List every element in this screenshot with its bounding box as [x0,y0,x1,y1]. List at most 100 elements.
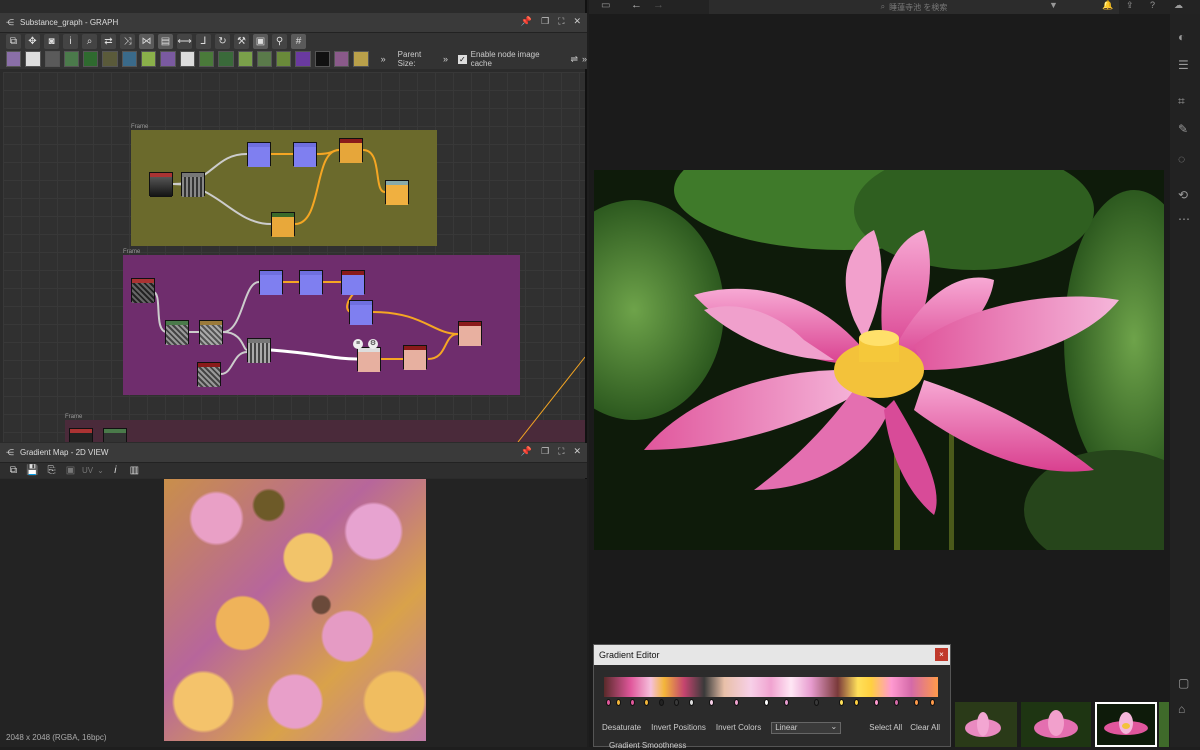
thumbnail[interactable] [1021,702,1091,747]
parent-size-label[interactable]: Parent Size: [398,50,439,68]
comment-icon[interactable]: ▤ [158,33,173,49]
svg-node-icon[interactable] [256,51,273,67]
invert-colors-button[interactable]: Invert Colors [716,723,761,734]
grid-icon[interactable]: # [291,33,306,49]
pin-icon[interactable]: 📌 [521,16,532,27]
comment-node-icon[interactable] [334,51,350,67]
blend-node[interactable] [349,300,373,325]
grunge-node[interactable] [199,320,223,345]
desaturate-button[interactable]: Desaturate [602,723,641,734]
snapshot-icon[interactable]: ▣ [253,33,268,49]
tools-icon[interactable]: ⚒ [234,33,249,49]
gradient-stop[interactable] [734,699,739,706]
bitmap-node[interactable] [69,428,93,442]
gradient-stop[interactable] [874,699,879,706]
thumbnail-selected[interactable] [1095,702,1157,747]
uv-dropdown[interactable]: UV [82,466,93,475]
restore-icon[interactable]: ❐ [541,16,549,27]
invert-positions-button[interactable]: Invert Positions [651,723,706,734]
levels-node-icon[interactable] [63,51,80,67]
thumbnail[interactable] [955,702,1017,747]
help-icon[interactable]: ? [1150,0,1155,10]
blend-node[interactable] [259,270,283,295]
frame-icon[interactable]: ⧉ [6,33,21,49]
parent-size-more[interactable]: » [443,54,448,64]
link-icon[interactable]: ⇄ [101,33,116,49]
gradient-stop[interactable] [630,699,635,706]
bitmap-node[interactable] [131,278,155,303]
toolbar-more[interactable]: » [582,54,587,64]
close-button[interactable]: × [935,648,948,661]
blend-node[interactable] [299,270,323,295]
restore-icon[interactable]: ❐ [541,446,549,457]
mask-icon[interactable]: ◌ [1178,152,1185,166]
close-icon[interactable]: ✕ [573,446,581,457]
histogram-icon[interactable]: ▥ [127,463,142,478]
gradient-stop[interactable] [689,699,694,706]
blend-node[interactable] [293,142,317,167]
hsl-node-icon[interactable] [102,51,118,67]
filter-icon[interactable]: ▼ [1049,0,1058,10]
copy-icon[interactable]: ⎘ [44,463,59,478]
node-edit-icon[interactable]: ≡ [353,339,363,349]
gradient-node-icon[interactable] [141,51,157,67]
curve-node-icon[interactable] [83,51,99,67]
pin-icon[interactable]: 📌 [521,446,532,457]
blend-node[interactable] [247,142,271,167]
color-node-icon[interactable] [295,51,311,67]
blend-node[interactable] [341,270,365,295]
gradient-stops[interactable] [604,699,938,707]
info-icon[interactable]: i [108,463,123,478]
gradient-map-node[interactable] [339,138,363,163]
gradient-stop[interactable] [674,699,679,706]
connect-icon[interactable]: ⟷ [177,33,192,49]
pixel-node-icon[interactable] [237,51,253,67]
share-icon[interactable]: ⇪ [1126,0,1134,11]
noise-node[interactable] [247,338,271,363]
history-icon[interactable]: ⟲ [1178,188,1188,202]
shuffle-icon[interactable]: ⤨ [120,33,135,49]
node-settings-icon[interactable]: ⚙ [368,339,378,349]
link-toggle-icon[interactable]: ⇌ [570,54,578,65]
uniform-node-icon[interactable] [25,51,41,67]
tile-icon[interactable]: ▣ [63,463,78,478]
maximize-icon[interactable]: ⛶ [558,446,564,457]
move-icon[interactable]: ✥ [25,33,40,49]
bitmap-node-icon[interactable] [6,51,22,67]
fx-node-icon[interactable] [218,51,234,67]
blend-node-icon[interactable] [160,51,176,67]
more-icon[interactable]: ⋯ [1178,212,1190,226]
gradient-stop[interactable] [784,699,789,706]
edit-icon[interactable]: ◐ [1178,30,1185,44]
gradient-stop[interactable] [644,699,649,706]
camera-icon[interactable]: ◙ [44,33,59,49]
refresh-icon[interactable]: ↻ [215,33,230,49]
gradient-stop[interactable] [894,699,899,706]
lotus-photo[interactable] [594,170,1164,550]
transform-node-icon[interactable] [121,51,138,67]
heal-icon[interactable]: ✎ [1178,122,1188,136]
bitmap-node[interactable] [149,172,173,197]
grunge-node[interactable] [103,428,127,442]
noise-node[interactable] [197,362,221,387]
crop-icon[interactable]: ⌗ [1178,94,1185,109]
adjust-icon[interactable]: ☰ [1178,58,1189,72]
grunge-node[interactable] [165,320,189,345]
chevron-down-icon[interactable]: ⌄ [97,466,104,475]
cloud-icon[interactable]: ☁ [1174,0,1183,11]
gradient-stop[interactable] [709,699,714,706]
select-all-button[interactable]: Select All [869,723,902,732]
warning-node-icon[interactable] [353,51,369,67]
maximize-icon[interactable]: ⛶ [558,16,564,27]
info-icon[interactable]: i [63,33,78,49]
forward-icon[interactable]: → [653,0,664,11]
gradient-stop[interactable] [814,699,819,706]
save-icon[interactable]: 💾 [25,463,40,478]
cache-checkbox[interactable]: ✓ [458,54,467,64]
output-node-icon[interactable] [314,51,331,67]
tag-icon[interactable]: ⌂ [1178,702,1185,716]
gradient-bar[interactable] [604,677,938,697]
comment-icon[interactable]: ▢ [1178,676,1189,690]
gradient-stop[interactable] [659,699,664,706]
gradient-stop[interactable] [764,699,769,706]
